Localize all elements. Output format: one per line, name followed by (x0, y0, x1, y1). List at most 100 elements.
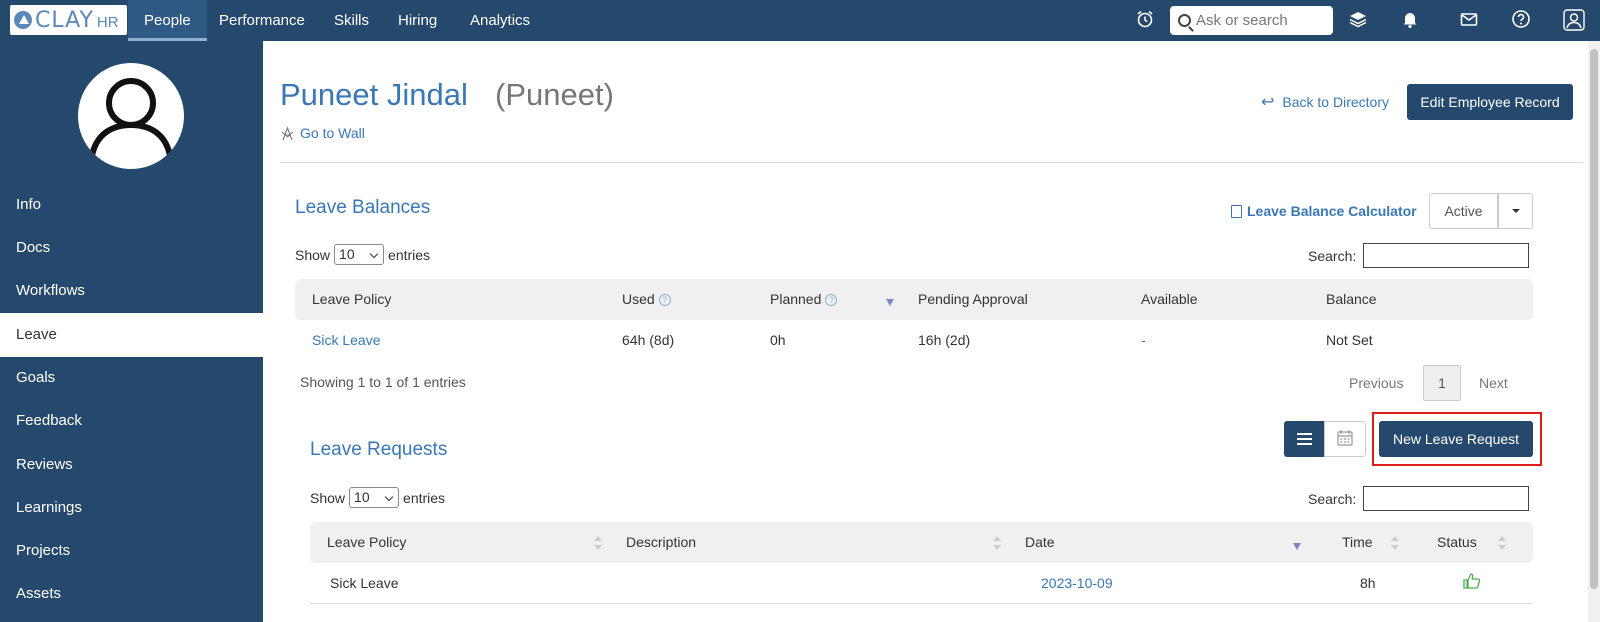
sidebar-item-reviews[interactable]: Reviews (0, 443, 263, 487)
new-leave-request-button[interactable]: New Leave Request (1379, 421, 1533, 457)
calendar-icon (1337, 430, 1353, 446)
nav-people[interactable]: People (128, 0, 207, 41)
search-placeholder: Ask or search (1196, 12, 1288, 29)
entries-label: entries (403, 489, 446, 506)
sidebar-item-goals[interactable]: Goals (0, 356, 263, 400)
nav-performance[interactable]: Performance (203, 0, 321, 41)
pagination-page-1[interactable]: 1 (1423, 365, 1461, 401)
col-leave-policy[interactable]: Leave Policy (312, 279, 391, 320)
sort-icon[interactable] (594, 536, 602, 550)
help-icon[interactable] (1510, 9, 1532, 31)
col-planned[interactable]: Planned? (770, 279, 838, 320)
pagination-previous[interactable]: Previous (1349, 375, 1403, 391)
sidebar-item-leave[interactable]: Leave (0, 313, 263, 357)
nav-hiring[interactable]: Hiring (382, 0, 453, 41)
show-label: Show (295, 246, 331, 263)
requests-length-control: Show 10 entries (310, 487, 445, 508)
balances-search-input[interactable] (1363, 243, 1529, 268)
leave-requests-title: Leave Requests (310, 439, 448, 460)
employee-nickname: (Puneet) (495, 77, 614, 112)
show-label: Show (310, 489, 346, 506)
back-to-directory-label: Back to Directory (1282, 94, 1389, 110)
mail-icon[interactable] (1458, 9, 1480, 31)
list-icon (1297, 433, 1312, 435)
calculator-icon (1231, 204, 1242, 218)
pagination-next[interactable]: Next (1479, 375, 1508, 391)
back-arrow-icon: ↩ (1261, 94, 1275, 111)
employee-avatar[interactable] (78, 63, 184, 169)
requests-search-input[interactable] (1363, 486, 1529, 511)
col-description[interactable]: Description (626, 522, 696, 563)
col-time[interactable]: Time (1342, 522, 1373, 563)
sidebar-item-feedback[interactable]: Feedback (0, 399, 263, 443)
global-search-input[interactable]: Ask or search (1170, 6, 1333, 35)
col-leave-policy[interactable]: Leave Policy (327, 522, 406, 563)
logo-mark-icon (14, 11, 32, 29)
requests-table-header: Leave Policy Description Date Time Statu… (310, 522, 1533, 563)
nav-analytics[interactable]: Analytics (454, 0, 546, 41)
sort-icon[interactable] (1498, 536, 1506, 550)
go-to-wall-label: Go to Wall (300, 125, 365, 141)
page-scrollbar[interactable] (1588, 41, 1600, 622)
sidebar-item-learnings[interactable]: Learnings (0, 486, 263, 530)
col-status[interactable]: Status (1437, 522, 1477, 563)
logo-subtext: HR (96, 13, 119, 31)
balance-row-planned: 0h (770, 332, 786, 348)
go-to-wall-link[interactable]: Go to Wall (280, 125, 365, 141)
entries-label: entries (388, 246, 431, 263)
balance-row-balance: Not Set (1326, 332, 1373, 348)
col-pending-approval[interactable]: Pending Approval (918, 279, 1028, 320)
status-filter-button[interactable]: Active (1429, 193, 1498, 229)
header-divider (280, 162, 1583, 163)
balance-row-used: 64h (8d) (622, 332, 675, 348)
requests-entries-select[interactable]: 10 (349, 487, 400, 508)
col-available[interactable]: Available (1141, 279, 1198, 320)
scrollbar-thumb[interactable] (1590, 49, 1598, 589)
wall-icon (281, 125, 294, 140)
balance-row-policy-link[interactable]: Sick Leave (312, 332, 380, 348)
search-icon (1178, 14, 1191, 27)
notification-bell-icon[interactable] (1399, 9, 1421, 31)
balances-search-label: Search: (1308, 248, 1357, 264)
sidebar-item-projects[interactable]: Projects (0, 529, 263, 573)
sort-desc-icon[interactable] (1293, 543, 1301, 550)
sort-icon[interactable] (993, 536, 1001, 550)
back-to-directory-link[interactable]: ↩ Back to Directory (1261, 92, 1389, 112)
balances-table-header: Leave Policy Used? Planned? Pending Appr… (295, 279, 1533, 320)
row-divider (310, 603, 1532, 604)
sidebar-item-docs[interactable]: Docs (0, 226, 263, 270)
col-used-label: Used (622, 291, 655, 307)
list-view-button[interactable] (1284, 421, 1325, 457)
balances-entries-select[interactable]: 10 (334, 244, 385, 265)
layers-icon[interactable] (1347, 9, 1369, 31)
status-filter-dropdown-toggle[interactable] (1498, 193, 1533, 229)
calendar-view-button[interactable] (1324, 421, 1366, 457)
request-row-time: 8h (1360, 575, 1376, 591)
sidebar-item-workflows[interactable]: Workflows (0, 269, 263, 313)
balances-showing-info: Showing 1 to 1 of 1 entries (300, 374, 466, 390)
sort-desc-icon[interactable] (886, 299, 894, 306)
user-profile-icon[interactable] (1563, 9, 1585, 31)
leave-balances-title: Leave Balances (295, 197, 431, 218)
requests-search-label: Search: (1308, 491, 1357, 507)
main-content: Puneet Jindal (Puneet) Go to Wall ↩ Back… (263, 41, 1600, 622)
alarm-clock-icon[interactable] (1134, 9, 1156, 31)
edit-employee-record-button[interactable]: Edit Employee Record (1407, 84, 1573, 120)
col-date[interactable]: Date (1025, 522, 1055, 563)
clayhr-logo[interactable]: CLAY HR (10, 5, 127, 35)
sort-icon[interactable] (1391, 536, 1399, 550)
sidebar-item-info[interactable]: Info (0, 183, 263, 227)
col-used[interactable]: Used? (622, 279, 671, 320)
planned-help-icon[interactable]: ? (825, 294, 838, 306)
sidebar: Info Docs Workflows Leave Goals Feedback… (0, 41, 263, 622)
sidebar-item-assets[interactable]: Assets (0, 572, 263, 616)
employee-name: Puneet Jindal (280, 77, 468, 112)
leave-balance-calculator-label: Leave Balance Calculator (1247, 203, 1417, 219)
col-planned-label: Planned (770, 291, 822, 307)
balance-row-pending: 16h (2d) (918, 332, 971, 348)
used-help-icon[interactable]: ? (658, 294, 671, 306)
request-row-date-link[interactable]: 2023-10-09 (1041, 575, 1113, 591)
nav-skills[interactable]: Skills (318, 0, 385, 41)
leave-balance-calculator-link[interactable]: Leave Balance Calculator (1231, 203, 1417, 219)
col-balance[interactable]: Balance (1326, 279, 1377, 320)
